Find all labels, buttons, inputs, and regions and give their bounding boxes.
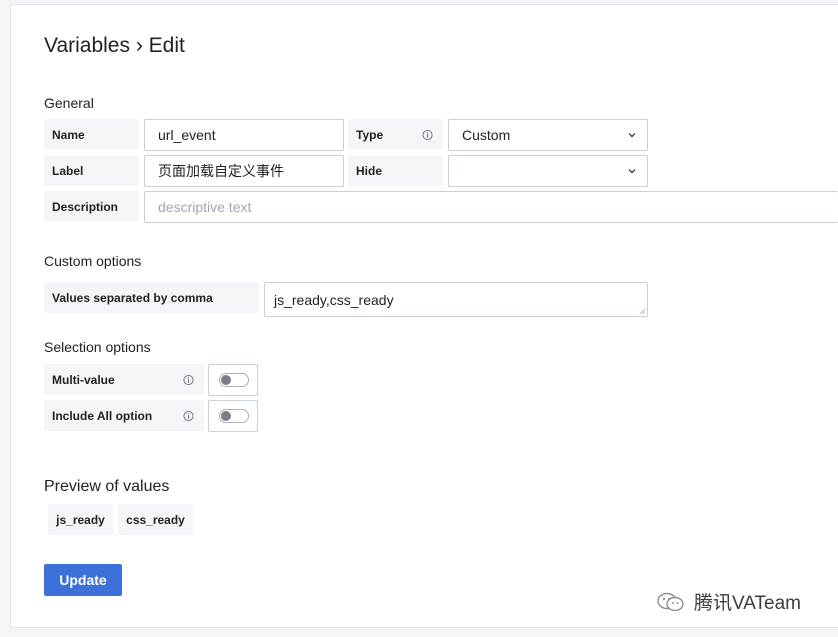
multi-value-label-text: Multi-value <box>52 372 115 387</box>
chevron-down-icon <box>628 169 636 174</box>
update-button[interactable]: Update <box>44 564 122 596</box>
section-title-general: General <box>44 95 94 111</box>
include-all-label-text: Include All option <box>52 408 153 423</box>
values-label: Values separated by comma <box>44 282 259 313</box>
type-label: Type <box>348 119 443 150</box>
watermark: 腾讯VATeam <box>656 588 801 615</box>
chevron-down-icon <box>628 133 636 138</box>
hide-select[interactable] <box>448 155 648 187</box>
resize-handle-icon[interactable] <box>639 308 646 315</box>
info-icon[interactable] <box>183 374 194 385</box>
values-textarea[interactable]: js_ready,css_ready <box>264 282 648 317</box>
multi-value-switch-container <box>208 364 258 396</box>
description-label: Description <box>44 191 139 222</box>
info-icon[interactable] <box>422 129 433 140</box>
name-input[interactable]: url_event <box>144 119 344 151</box>
name-label: Name <box>44 119 139 150</box>
label-input[interactable]: 页面加载自定义事件 <box>144 155 344 187</box>
include-all-switch-container <box>208 400 258 432</box>
multi-value-toggle[interactable] <box>219 373 249 387</box>
toggle-knob <box>221 375 231 385</box>
section-title-selection-options: Selection options <box>44 339 151 355</box>
include-all-label: Include All option <box>44 400 204 431</box>
section-title-custom-options: Custom options <box>44 253 142 269</box>
info-icon[interactable] <box>183 410 194 421</box>
toggle-knob <box>221 411 231 421</box>
type-select[interactable]: Custom <box>448 119 648 151</box>
type-label-text: Type <box>356 127 384 142</box>
preview-value-chip: css_ready <box>118 504 193 535</box>
type-select-value: Custom <box>462 127 511 143</box>
description-input[interactable]: descriptive text <box>144 191 838 223</box>
page-title: Variables › Edit <box>44 34 185 57</box>
hide-label: Hide <box>348 155 443 186</box>
multi-value-label: Multi-value <box>44 364 204 395</box>
watermark-text: 腾讯VATeam <box>694 593 801 614</box>
preview-value-chip: js_ready <box>48 504 113 535</box>
section-title-preview: Preview of values <box>44 478 170 495</box>
wechat-icon <box>657 592 684 611</box>
label-label: Label <box>44 155 139 186</box>
include-all-toggle[interactable] <box>219 409 249 423</box>
